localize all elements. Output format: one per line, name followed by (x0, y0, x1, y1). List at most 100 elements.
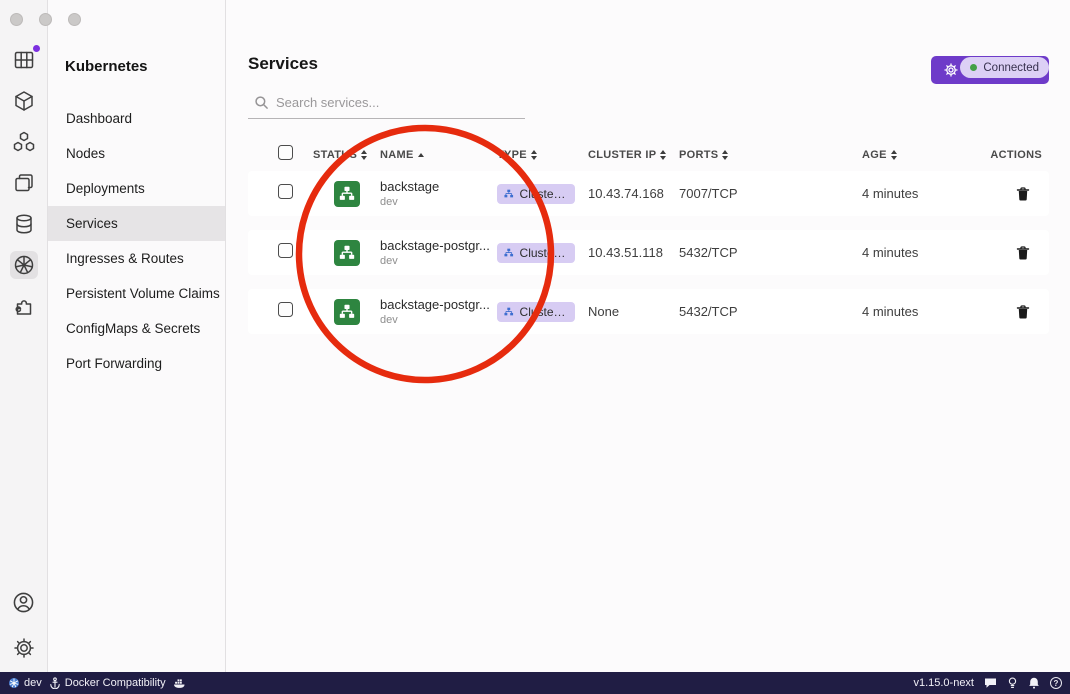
column-label: PORTS (679, 149, 718, 161)
context-label: dev (24, 677, 42, 689)
main-content: Services Apply YAML Connected STATUS (226, 0, 1070, 672)
cluster-ip: 10.43.74.168 (588, 186, 679, 201)
docker-whale-icon (173, 677, 186, 689)
column-header-type[interactable]: TYPE (497, 149, 588, 161)
age: 4 minutes (862, 245, 985, 260)
ports: 5432/TCP (679, 245, 862, 260)
column-header-status[interactable]: STATUS (313, 149, 380, 161)
column-header-ports[interactable]: PORTS (679, 149, 862, 161)
snapshots-icon[interactable] (10, 169, 38, 197)
box-icon[interactable] (10, 87, 38, 115)
column-label: TYPE (497, 149, 527, 161)
containers-icon[interactable] (10, 46, 38, 74)
docker-compatibility-label: Docker Compatibility (65, 677, 166, 689)
service-name[interactable]: backstage (380, 179, 497, 194)
column-label: AGE (862, 149, 887, 161)
search-bar (248, 93, 525, 119)
settings-icon[interactable] (10, 634, 38, 662)
row-checkbox[interactable] (278, 302, 293, 317)
account-icon[interactable] (10, 588, 38, 616)
sidebar-nav: Dashboard Nodes Deployments Services Ing… (48, 101, 225, 381)
column-header-actions: ACTIONS (985, 149, 1049, 161)
trash-icon (1015, 245, 1031, 261)
maximize-button[interactable] (68, 13, 81, 26)
sort-icon (361, 150, 367, 160)
gear-icon (944, 63, 958, 77)
sidebar-item-configmaps[interactable]: ConfigMaps & Secrets (48, 311, 225, 346)
delete-button[interactable] (1013, 302, 1033, 322)
close-button[interactable] (10, 13, 23, 26)
docker-compatibility[interactable]: Docker Compatibility (49, 677, 166, 689)
cluster-ip: 10.43.51.118 (588, 245, 679, 260)
sort-icon (531, 150, 537, 160)
column-label: ACTIONS (990, 149, 1042, 161)
connection-status-badge: Connected (960, 57, 1049, 78)
ports: 7007/TCP (679, 186, 862, 201)
service-namespace: dev (380, 196, 497, 208)
trash-icon (1015, 186, 1031, 202)
column-header-age[interactable]: AGE (862, 149, 985, 161)
search-input[interactable] (276, 95, 521, 110)
row-checkbox[interactable] (278, 243, 293, 258)
sidebar-item-dashboard[interactable]: Dashboard (48, 101, 225, 136)
sidebar-item-nodes[interactable]: Nodes (48, 136, 225, 171)
sidebar-item-pvc[interactable]: Persistent Volume Claims (48, 276, 225, 311)
trash-icon (1015, 304, 1031, 320)
page-title: Services (248, 54, 318, 74)
service-namespace: dev (380, 314, 497, 326)
service-name[interactable]: backstage-postgr... (380, 297, 497, 312)
sidebar-item-port-forwarding[interactable]: Port Forwarding (48, 346, 225, 381)
minimize-button[interactable] (39, 13, 52, 26)
lightbulb-icon[interactable] (1007, 677, 1018, 689)
kubernetes-context-icon (8, 677, 20, 689)
sort-icon (722, 150, 728, 160)
sidebar-item-deployments[interactable]: Deployments (48, 171, 225, 206)
feedback-icon[interactable] (984, 677, 997, 689)
kubernetes-icon[interactable] (10, 251, 38, 279)
network-icon (503, 306, 515, 318)
ports: 5432/TCP (679, 304, 862, 319)
anchor-icon (49, 677, 61, 689)
delete-button[interactable] (1013, 184, 1033, 204)
status-bar: dev Docker Compatibility v1.15.0-next (0, 672, 1070, 694)
type-label: ClusterIP (520, 187, 567, 201)
volumes-icon[interactable] (10, 210, 38, 238)
delete-button[interactable] (1013, 243, 1033, 263)
sort-icon (891, 150, 897, 160)
extensions-icon[interactable] (10, 292, 38, 320)
window-controls (10, 13, 81, 26)
cluster-icon[interactable] (10, 128, 38, 156)
service-status-icon (334, 299, 360, 325)
search-icon (254, 95, 269, 110)
column-label: CLUSTER IP (588, 149, 656, 161)
age: 4 minutes (862, 304, 985, 319)
sidebar-item-services[interactable]: Services (48, 206, 225, 241)
table-row: backstage dev ClusterIP 10.43.74.168 700… (248, 171, 1049, 216)
row-checkbox[interactable] (278, 184, 293, 199)
sort-asc-icon (418, 153, 424, 157)
type-label: ClusterIP (520, 305, 567, 319)
column-label: NAME (380, 149, 414, 161)
service-status-icon (334, 181, 360, 207)
icon-rail (0, 0, 48, 672)
cluster-ip: None (588, 304, 679, 319)
connected-label: Connected (983, 62, 1039, 74)
bell-icon[interactable] (1028, 677, 1040, 689)
age: 4 minutes (862, 186, 985, 201)
type-badge: ClusterIP (497, 184, 575, 204)
sidebar: Kubernetes Dashboard Nodes Deployments S… (48, 0, 226, 672)
services-table: STATUS NAME TYPE CLUSTER IP PORTS (248, 142, 1049, 348)
type-badge: ClusterIP (497, 302, 575, 322)
column-label: STATUS (313, 149, 357, 161)
service-name[interactable]: backstage-postgr... (380, 238, 497, 253)
sidebar-item-ingresses[interactable]: Ingresses & Routes (48, 241, 225, 276)
connected-dot-icon (970, 64, 977, 71)
sidebar-title: Kubernetes (65, 58, 148, 75)
table-header: STATUS NAME TYPE CLUSTER IP PORTS (248, 142, 1049, 168)
kubernetes-context[interactable]: dev (8, 677, 42, 689)
column-header-name[interactable]: NAME (380, 149, 497, 161)
network-icon (503, 188, 515, 200)
select-all-checkbox[interactable] (278, 145, 293, 160)
column-header-cluster-ip[interactable]: CLUSTER IP (588, 149, 679, 161)
help-icon[interactable]: ? (1050, 677, 1062, 689)
